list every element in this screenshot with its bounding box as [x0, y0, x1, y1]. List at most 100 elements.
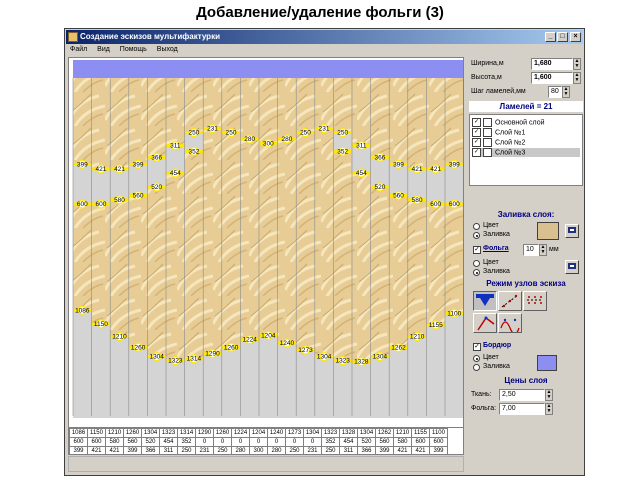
fill-swatch[interactable] [537, 222, 559, 240]
top-value-label: 231 [319, 126, 330, 133]
table-cell: 560 [123, 437, 142, 447]
sketch-canvas[interactable]: 399 600 1086 421 600 1150 421 580 1210 399 560 1260… [68, 57, 464, 451]
slide-title: Добавление/удаление фольги (3) [196, 4, 444, 21]
lamella-top-fabric [91, 78, 111, 168]
foil-spinner[interactable]: ▲ ▼ [539, 244, 547, 256]
table-cell: 250 [321, 446, 340, 454]
bottom-value-label: 1314 [187, 356, 202, 363]
lamella-mid-fabric [91, 205, 111, 323]
step-spinner[interactable]: ▲ ▼ [562, 86, 570, 98]
node-mode-arch-icon[interactable] [473, 291, 497, 311]
layer-visible-checkbox[interactable] [483, 138, 492, 147]
table-cell: 1100 [429, 428, 448, 438]
foil-color-radio[interactable] [473, 260, 480, 267]
border-fill-radio[interactable] [473, 364, 480, 371]
table-cell: 1155 [411, 428, 430, 438]
menu-exit[interactable]: Выход [157, 46, 178, 53]
layer-checkbox[interactable]: ✓ [472, 148, 481, 157]
node-mode-curve-icon[interactable] [473, 313, 497, 333]
table-cell: 1210 [105, 428, 124, 438]
close-button[interactable]: × [570, 32, 581, 42]
table-cell: 250 [177, 446, 196, 454]
border-label: Бордюр [483, 342, 512, 349]
foil-checkbox[interactable]: ✓ [473, 246, 481, 254]
layer-name: Слой №1 [495, 129, 526, 137]
table-cell: 1328 [339, 428, 358, 438]
top-value-label: 421 [412, 166, 423, 173]
node-mode-grid-icon[interactable] [523, 291, 547, 311]
bottom-value-label: 1150 [94, 321, 108, 328]
layer-item[interactable]: ✓ Слой №1 [472, 128, 580, 137]
step-label: Шаг ламелей,мм [471, 88, 526, 95]
minimize-button[interactable]: _ [545, 32, 556, 42]
table-cell: 1304 [303, 428, 322, 438]
mid-value-label: 560 [133, 193, 144, 200]
table-cell: 399 [375, 446, 394, 454]
width-spinner[interactable]: ▲ ▼ [573, 58, 581, 70]
table-cell: 600 [69, 437, 88, 447]
width-input[interactable]: 1,680 [531, 58, 573, 70]
foil-picker-icon[interactable] [565, 260, 579, 274]
bottom-value-label: 1260 [131, 344, 146, 351]
layer-item[interactable]: ✓ Слой №3 [472, 148, 580, 157]
lamella-top-fabric [352, 78, 371, 145]
foil-color-label: Цвет [483, 259, 499, 266]
foil-price-input[interactable]: 7,00 [499, 403, 545, 415]
bottom-value-label: 1100 [447, 310, 461, 317]
height-spinner[interactable]: ▲ ▼ [573, 72, 581, 84]
fill-picker-icon[interactable] [565, 224, 579, 238]
fill-color-radio[interactable] [473, 223, 480, 230]
border-swatch[interactable] [537, 355, 557, 371]
menu-view[interactable]: Вид [97, 46, 110, 53]
fill-color-label: Цвет [483, 222, 499, 229]
fabric-price-spinner[interactable]: ▲ ▼ [545, 389, 553, 401]
layer-checkbox[interactable]: ✓ [472, 128, 481, 137]
height-input[interactable]: 1,600 [531, 72, 573, 84]
table-cell: 1290 [195, 428, 214, 438]
sketch-scene[interactable]: 3996001086421600115042158012103995601260… [69, 58, 463, 450]
table-row: 1086 1150 1210 1260 1304 1323 1314 1290 1260 1224… [69, 428, 448, 438]
layer-visible-checkbox[interactable] [483, 148, 492, 157]
top-value-label: 421 [430, 166, 441, 173]
node-mode-diagonal-icon[interactable] [498, 291, 522, 311]
table-cell: 1304 [357, 428, 376, 438]
lamella-top-fabric [277, 78, 297, 138]
border-color-radio[interactable] [473, 355, 480, 362]
step-input[interactable]: 80 [548, 86, 562, 98]
fill-fill-radio[interactable] [473, 232, 480, 239]
layer-checkbox[interactable]: ✓ [472, 138, 481, 147]
layer-visible-checkbox[interactable] [483, 118, 492, 127]
mid-value-label: 352 [337, 148, 348, 155]
mid-value-label: 520 [151, 184, 162, 191]
layer-name: Слой №2 [495, 139, 526, 147]
top-value-label: 399 [393, 161, 404, 168]
lamella-top-fabric [73, 78, 92, 163]
top-value-label: 300 [263, 140, 274, 147]
layer-item[interactable]: ✓ Основной слой [472, 118, 580, 127]
border-color-label: Цвет [483, 354, 499, 361]
lamella-top-fabric [389, 78, 408, 163]
lamella-mid-fabric [277, 140, 297, 342]
foil-price-spinner[interactable]: ▲ ▼ [545, 403, 553, 415]
mid-value-label: 454 [170, 170, 181, 177]
layers-list[interactable]: ✓ Основной слой ✓ Слой №1 ✓ Слой №2 ✓ Слой №3 [469, 114, 583, 186]
lamella-mid-fabric [128, 197, 148, 346]
bottom-value-label: 1155 [429, 322, 443, 329]
border-checkbox[interactable]: ✓ [473, 343, 481, 351]
lamella-top-fabric [110, 78, 129, 168]
maximize-button[interactable]: □ [557, 32, 568, 42]
node-mode-wave-icon[interactable] [498, 313, 522, 335]
foil-label: Фольга [483, 245, 509, 252]
layer-item[interactable]: ✓ Слой №2 [472, 138, 580, 147]
foil-width-input[interactable]: 10 [523, 244, 539, 256]
fabric-price-input[interactable]: 2,50 [499, 389, 545, 401]
lamella-mid-fabric [426, 205, 445, 324]
foil-fill-radio[interactable] [473, 269, 480, 276]
top-value-label: 421 [114, 166, 125, 173]
menu-file[interactable]: Файл [70, 46, 87, 53]
layer-checkbox[interactable]: ✓ [472, 118, 481, 127]
layer-visible-checkbox[interactable] [483, 128, 492, 137]
table-cell: 1240 [267, 428, 286, 438]
lamella-top-fabric [426, 78, 445, 168]
menu-help[interactable]: Помощь [120, 46, 147, 53]
